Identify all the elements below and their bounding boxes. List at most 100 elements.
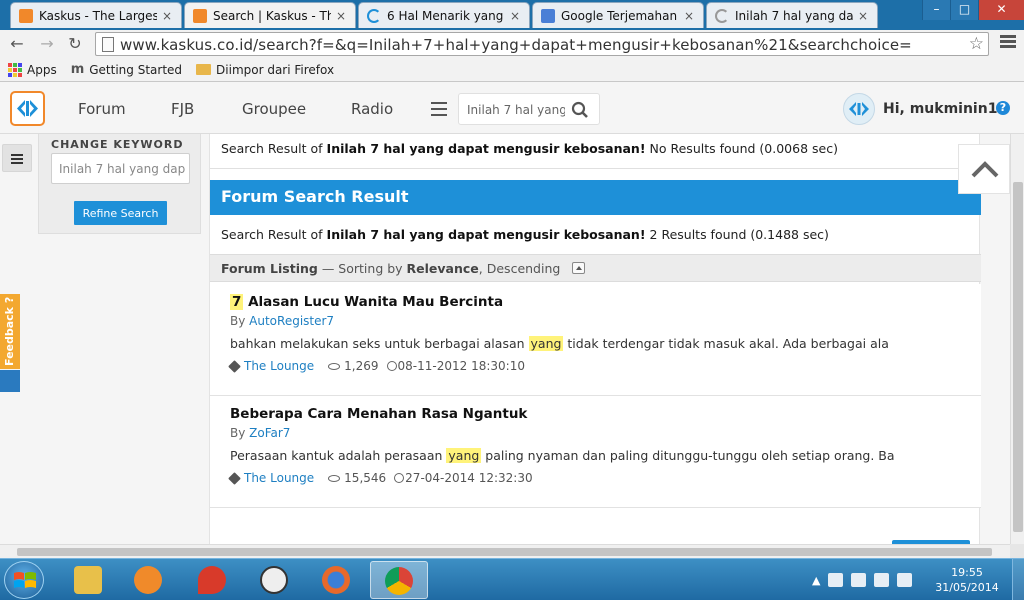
avatar[interactable] <box>843 93 875 125</box>
help-icon[interactable]: ? <box>996 101 1010 115</box>
taskbar-media-player[interactable] <box>120 561 178 599</box>
list-item: Beberapa Cara Menahan Rasa Ngantuk By Zo… <box>210 396 981 508</box>
page-icon <box>102 37 114 52</box>
chrome-menu-button[interactable] <box>1000 35 1016 51</box>
feedback-tab[interactable]: Feedback ? <box>0 294 20 369</box>
vertical-scrollbar[interactable] <box>1010 134 1024 544</box>
nav-radio[interactable]: Radio <box>351 100 393 118</box>
tab-hal-menarik[interactable]: 6 Hal Menarik yang Bis × <box>358 2 530 28</box>
windows-logo-icon <box>14 572 36 588</box>
system-clock[interactable]: 19:55 31/05/2014 <box>930 565 1004 595</box>
page-content: CHANGE KEYWORD Refine Search Search Resu… <box>0 134 1010 544</box>
tray-expand-icon[interactable]: ▲ <box>812 574 820 587</box>
result-count: No Results found (0.0068 sec) <box>645 141 838 156</box>
bookmark-getting-started[interactable]: m Getting Started <box>71 62 182 77</box>
snippet-text: bahkan melakukan seks untuk berbagai ala… <box>230 336 529 351</box>
loading-spinner-icon <box>367 8 381 23</box>
by-label: By <box>230 314 250 328</box>
view-count: 15,546 <box>344 471 387 485</box>
sorting-text: — Sorting by <box>317 261 407 276</box>
address-bar[interactable]: www.kaskus.co.id/search?f=&q=Inilah+7+ha… <box>95 32 989 56</box>
back-to-top-button[interactable] <box>958 144 1010 194</box>
user-greeting[interactable]: Hi, mukminin15 <box>883 101 1007 117</box>
snippet-text: tidak terdengar tidak masuk akal. Ada be… <box>563 336 889 351</box>
window-controls: – □ ✕ <box>922 0 1024 20</box>
back-button[interactable]: ← <box>6 34 28 54</box>
feedback-label: Feedback ? <box>3 296 16 366</box>
hamburger-menu-icon[interactable] <box>431 102 447 116</box>
media-player-icon <box>134 566 162 594</box>
views-eye-icon <box>328 474 341 482</box>
minimize-button[interactable]: – <box>922 0 950 20</box>
keyword-input[interactable] <box>51 153 190 184</box>
folder-icon <box>196 64 212 75</box>
url-text[interactable]: www.kaskus.co.id/search?f=&q=Inilah+7+ha… <box>120 36 912 54</box>
maximize-button[interactable]: □ <box>950 0 978 20</box>
divider <box>210 168 981 169</box>
close-icon[interactable]: × <box>857 9 869 23</box>
list-item: 7 Alasan Lucu Wanita Mau Bercinta By Aut… <box>210 284 981 396</box>
sort-key[interactable]: Relevance <box>407 261 479 276</box>
nav-forum[interactable]: Forum <box>78 100 126 118</box>
keyboard-icon[interactable] <box>851 573 867 587</box>
taskbar-firefox[interactable] <box>308 561 366 599</box>
sidebar-toggle-button[interactable] <box>2 144 32 172</box>
thread-title[interactable]: Beberapa Cara Menahan Rasa Ngantuk <box>230 406 527 422</box>
nav-groupee[interactable]: Groupee <box>242 100 306 118</box>
tab-inilah[interactable]: Inilah 7 hal yang dapat × <box>706 2 878 28</box>
tab-google-translate[interactable]: Google Terjemahan × <box>532 2 704 28</box>
tab-title: Kaskus - The Largest I <box>39 8 157 23</box>
bookmark-label: Getting Started <box>89 62 183 77</box>
author-link[interactable]: ZoFar7 <box>249 426 290 440</box>
forum-link[interactable]: The Lounge <box>244 359 314 373</box>
bookmark-star-icon[interactable]: ☆ <box>969 34 984 54</box>
forward-button[interactable]: → <box>36 34 58 54</box>
action-center-icon[interactable] <box>897 573 913 587</box>
close-icon[interactable]: × <box>683 9 695 23</box>
bookmark-firefox-folder[interactable]: Diimpor dari Firefox <box>196 63 334 77</box>
site-header: Forum FJB Groupee Radio Hi, mukminin15 ? <box>0 82 1024 134</box>
close-icon[interactable]: × <box>335 9 347 23</box>
refine-search-button[interactable]: Refine Search <box>74 201 167 225</box>
scrollbar-thumb[interactable] <box>1013 182 1023 532</box>
result-count: 2 Results found (0.1488 sec) <box>645 227 829 242</box>
taskbar-chrome[interactable] <box>370 561 428 599</box>
collapse-icon[interactable] <box>572 261 586 274</box>
kaskus-logo[interactable] <box>10 91 45 126</box>
thread-meta: The Lounge 1,269 08-11-2012 18:30:10 <box>228 359 525 373</box>
forum-link[interactable]: The Lounge <box>244 471 314 485</box>
start-button[interactable] <box>4 561 44 599</box>
tab-kaskus-home[interactable]: Kaskus - The Largest I × <box>10 2 182 28</box>
forum-listing-bar: Forum Listing — Sorting by Relevance, De… <box>210 254 981 282</box>
header-search-input[interactable] <box>467 101 565 119</box>
clock-icon <box>386 361 397 371</box>
google-translate-icon <box>541 8 555 23</box>
feedback-extra-icon[interactable] <box>0 370 20 392</box>
bookmark-apps[interactable]: Apps <box>8 62 57 77</box>
close-icon[interactable]: × <box>161 9 173 23</box>
author-link[interactable]: AutoRegister7 <box>249 314 334 328</box>
close-window-button[interactable]: ✕ <box>978 0 1024 20</box>
horizontal-scrollbar[interactable] <box>0 544 1010 558</box>
close-icon[interactable]: × <box>509 9 521 23</box>
thread-title-text: Alasan Lucu Wanita Mau Bercinta <box>243 294 504 310</box>
result-query: Inilah 7 hal yang dapat mengusir kebosan… <box>326 141 646 156</box>
taskbar-explorer[interactable] <box>60 561 118 599</box>
thread-title[interactable]: 7 Alasan Lucu Wanita Mau Bercinta <box>230 294 503 310</box>
volume-icon[interactable] <box>828 573 844 587</box>
post-date: 08-11-2012 18:30:10 <box>397 359 525 373</box>
tag-icon <box>228 359 241 373</box>
scrollbar-thumb[interactable] <box>17 548 992 556</box>
taskbar-pin-app[interactable] <box>184 561 242 599</box>
tab-strip: Kaskus - The Largest I × Search | Kaskus… <box>0 0 1024 30</box>
taskbar-clock-app[interactable] <box>246 561 304 599</box>
reload-button[interactable]: ↻ <box>64 34 86 54</box>
system-tray: ▲ <box>812 571 913 589</box>
search-icon[interactable] <box>571 101 589 119</box>
nav-fjb[interactable]: FJB <box>171 100 194 118</box>
show-desktop-button[interactable] <box>1012 559 1024 600</box>
getting-started-icon: m <box>70 62 85 77</box>
highlight: yang <box>528 336 564 351</box>
tab-kaskus-search[interactable]: Search | Kaskus - The L × <box>184 2 356 28</box>
network-icon[interactable] <box>874 573 890 587</box>
